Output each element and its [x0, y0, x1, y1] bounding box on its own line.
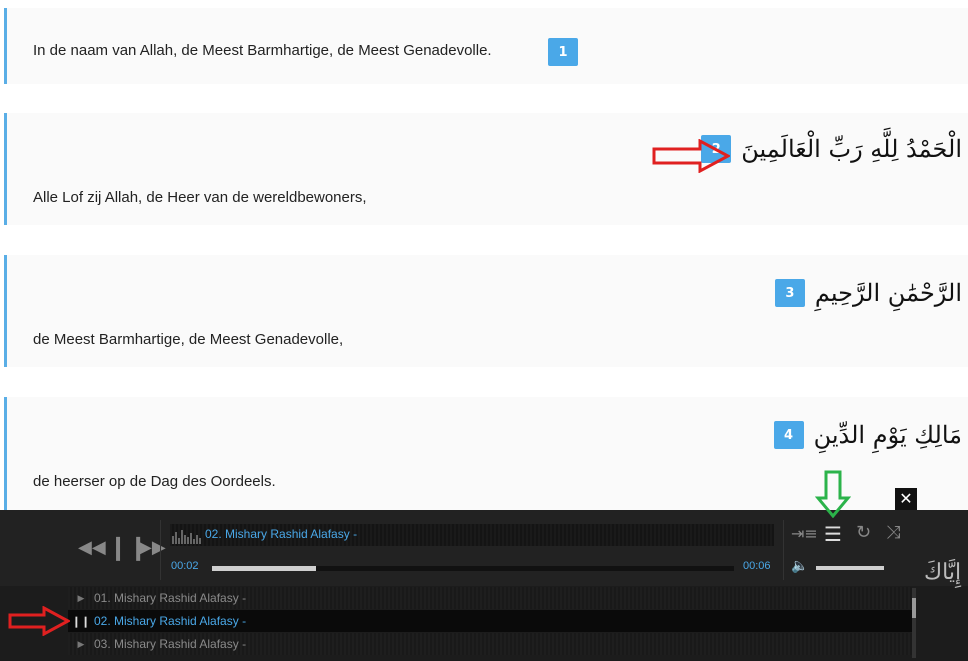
verse-arabic-row: 2 الْحَمْدُ لِلَّهِ رَبِّ الْعَالَمِينَ: [701, 135, 962, 163]
playlist: ▶ 01. Mishary Rashid Alafasy - ❙❙ 02. Mi…: [68, 586, 920, 661]
progress-bar[interactable]: [212, 566, 734, 571]
scrollbar-thumb[interactable]: [912, 598, 916, 618]
volume-icon[interactable]: 🔈: [791, 558, 808, 574]
verse-translation: de heerser op de Dag des Oordeels.: [33, 473, 276, 490]
next-icon[interactable]: ▶▶: [138, 537, 166, 558]
annotation-arrow-icon: [8, 606, 70, 636]
audio-player: ◀◀ ❙❙ ▶▶ 02. Mishary Rashid Alafasy - 00…: [0, 510, 968, 661]
player-controls-bar: ◀◀ ❙❙ ▶▶ 02. Mishary Rashid Alafasy - 00…: [0, 510, 968, 586]
annotation-arrow-icon: [652, 139, 730, 173]
elapsed-time: 00:02: [171, 560, 199, 572]
verse-translation: Alle Lof zij Allah, de Heer van de werel…: [33, 189, 367, 206]
divider: [783, 520, 784, 580]
playlist-scrollbar[interactable]: [912, 588, 916, 658]
verse-arabic-row: 3 الرَّحْمَٰنِ الرَّحِيمِ: [774, 279, 962, 307]
duration-time: 00:06: [743, 560, 771, 572]
verse-arabic: مَالِكِ يَوْمِ الدِّينِ: [813, 421, 962, 449]
equalizer-icon: [172, 530, 201, 544]
verse-arabic: الْحَمْدُ لِلَّهِ رَبِّ الْعَالَمِينَ: [741, 135, 962, 163]
annotation-arrow-down-icon: [815, 470, 851, 518]
pause-small-icon: ❙❙: [71, 615, 91, 628]
verse-1: In de naam van Allah, de Meest Barmharti…: [4, 8, 968, 84]
now-playing-bar: 02. Mishary Rashid Alafasy -: [170, 524, 774, 546]
verse-number-badge[interactable]: 1: [548, 38, 578, 66]
play-triangle-icon: ▶: [77, 638, 85, 649]
verse-number-badge[interactable]: 4: [773, 421, 804, 449]
indent-list-icon[interactable]: ⇥≡: [791, 524, 818, 543]
verse-3: 3 الرَّحْمَٰنِ الرَّحِيمِ de Meest Barmh…: [4, 255, 968, 367]
playlist-item-label: 03. Mishary Rashid Alafasy -: [94, 637, 247, 651]
repeat-icon[interactable]: ↻: [856, 522, 871, 543]
partial-verse-arabic: إِيَّاكَ: [924, 560, 962, 585]
verse-arabic-row: 4 مَالِكِ يَوْمِ الدِّينِ: [773, 421, 962, 449]
playlist-item-label: 01. Mishary Rashid Alafasy -: [94, 591, 247, 605]
verse-arabic: الرَّحْمَٰنِ الرَّحِيمِ: [814, 279, 962, 307]
previous-icon[interactable]: ◀◀: [78, 537, 106, 558]
now-playing-title: 02. Mishary Rashid Alafasy -: [205, 527, 358, 541]
playlist-item[interactable]: ▶ 01. Mishary Rashid Alafasy -: [68, 587, 912, 609]
shuffle-icon[interactable]: ⤨: [886, 522, 900, 543]
volume-bar[interactable]: [816, 566, 885, 570]
verse-2: 2 الْحَمْدُ لِلَّهِ رَبِّ الْعَالَمِينَ …: [4, 113, 968, 225]
playlist-item[interactable]: ▶ 03. Mishary Rashid Alafasy -: [68, 633, 912, 655]
verse-number-badge[interactable]: 3: [774, 279, 805, 307]
divider: [160, 520, 161, 580]
playlist-icon[interactable]: ☰: [824, 522, 842, 546]
playlist-item-active[interactable]: ❙❙ 02. Mishary Rashid Alafasy -: [68, 610, 912, 632]
verse-translation: de Meest Barmhartige, de Meest Genadevol…: [33, 331, 344, 348]
verse-translation: In de naam van Allah, de Meest Barmharti…: [33, 42, 492, 59]
progress-fill: [212, 566, 317, 571]
close-icon[interactable]: ✕: [895, 488, 917, 510]
playlist-item-label: 02. Mishary Rashid Alafasy -: [94, 614, 247, 628]
play-triangle-icon: ▶: [77, 592, 85, 603]
